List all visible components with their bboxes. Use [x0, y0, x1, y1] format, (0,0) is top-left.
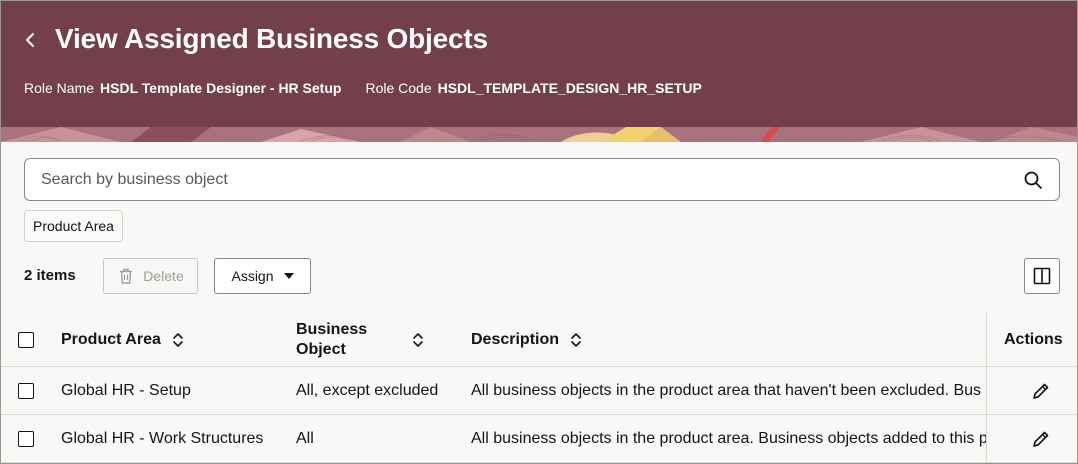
column-panel-button[interactable] — [1024, 258, 1060, 294]
role-name-label: Role Name — [24, 80, 95, 96]
actions-column-header: Actions — [986, 313, 1077, 366]
trash-icon — [120, 268, 133, 284]
column-header-business-object[interactable]: Business Object — [296, 313, 367, 366]
cell-product-area: Global HR - Work Structures — [61, 429, 264, 447]
pencil-icon[interactable] — [1031, 381, 1051, 401]
column-header-actions: Actions — [1004, 330, 1063, 348]
chevron-left-icon — [26, 33, 34, 47]
role-code-label: Role Code — [365, 80, 432, 96]
columns-panel-icon — [1033, 267, 1051, 285]
role-code-value: HSDL_TEMPLATE_DESIGN_HR_SETUP — [437, 80, 702, 96]
header-decorative-pattern — [1, 127, 1077, 142]
assign-button[interactable]: Assign — [214, 258, 311, 294]
select-all-checkbox[interactable] — [18, 332, 34, 348]
table-header-row: Product Area Business Object Description — [1, 313, 1077, 367]
assign-button-label: Assign — [231, 268, 274, 284]
role-meta: Role Name HSDL Template Designer - HR Se… — [24, 80, 726, 96]
page-header: View Assigned Business Objects Role Name… — [1, 1, 1077, 142]
search-input[interactable] — [25, 159, 1059, 200]
pencil-icon[interactable] — [1031, 429, 1051, 449]
table-row[interactable]: Global HR - Work Structures All All busi… — [1, 415, 1077, 463]
row-checkbox[interactable] — [18, 383, 34, 399]
column-header-line: Object — [296, 340, 346, 358]
back-button[interactable] — [19, 29, 41, 51]
search-box — [24, 158, 1060, 201]
column-header-label: Description — [471, 330, 560, 348]
filter-chip-product-area[interactable]: Product Area — [24, 210, 123, 242]
cell-business-object: All — [296, 429, 314, 447]
search-icon[interactable] — [1023, 170, 1043, 190]
delete-button[interactable]: Delete — [103, 258, 198, 294]
column-header-line: Business — [296, 320, 368, 338]
page-title: View Assigned Business Objects — [55, 23, 488, 54]
delete-button-label: Delete — [143, 268, 184, 284]
app-frame: View Assigned Business Objects Role Name… — [0, 0, 1078, 464]
role-name-value: HSDL Template Designer - HR Setup — [100, 80, 342, 96]
caret-down-icon — [283, 273, 294, 279]
row-checkbox[interactable] — [18, 431, 34, 447]
sort-icon[interactable] — [569, 332, 583, 348]
sort-icon[interactable] — [171, 332, 185, 348]
column-header-label: Business Object — [296, 320, 367, 360]
cell-business-object: All, except excluded — [296, 381, 439, 399]
cell-product-area: Global HR - Setup — [61, 381, 191, 399]
table-row[interactable]: Global HR - Setup All, except excluded A… — [1, 367, 1077, 415]
items-count: 2 items — [24, 267, 76, 284]
column-header-product-area[interactable]: Product Area — [61, 313, 185, 366]
column-header-label: Product Area — [61, 330, 161, 348]
sort-icon[interactable] — [411, 332, 425, 348]
cell-description: All business objects in the product area… — [471, 429, 986, 447]
cell-description: All business objects in the product area… — [471, 381, 982, 399]
column-header-description[interactable]: Description — [471, 313, 583, 366]
